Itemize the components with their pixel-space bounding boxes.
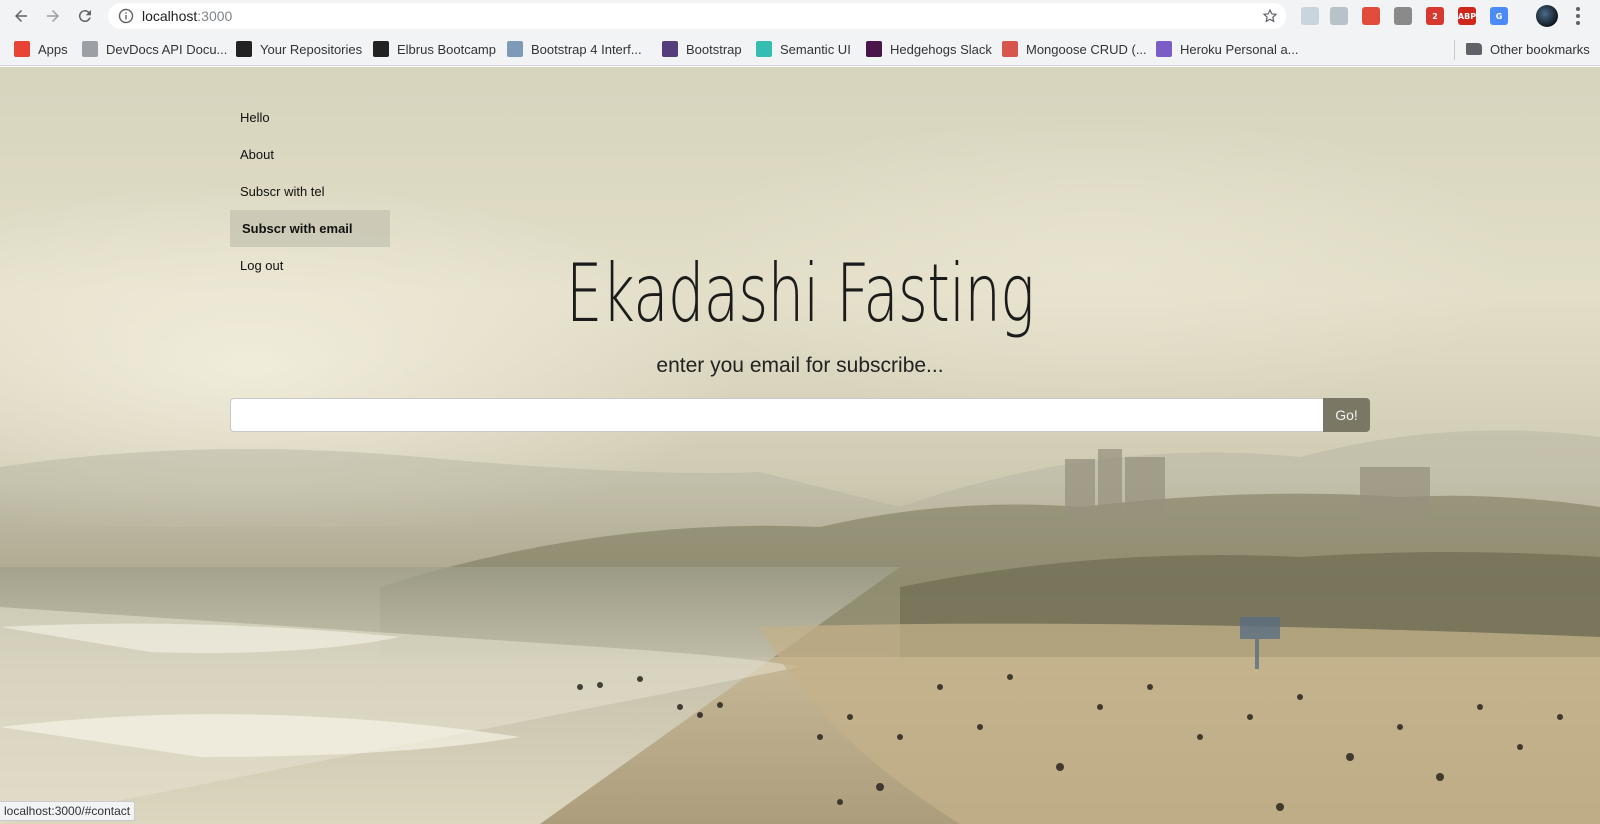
heroku-icon	[1156, 41, 1172, 57]
info-icon[interactable]	[118, 8, 134, 24]
back-arrow-icon	[15, 10, 27, 22]
bookmark-label: Bootstrap 4 Interf...	[531, 41, 642, 57]
beach-illustration	[0, 607, 1600, 824]
bookmark-label: Mongoose CRUD (...	[1026, 41, 1147, 57]
address-bar[interactable]: localhost:3000	[108, 3, 1286, 29]
bookmark-item[interactable]: DevDocs API Docu...	[82, 40, 227, 58]
react-devtools-icon[interactable]	[1301, 7, 1319, 25]
url-text: localhost:3000	[142, 8, 233, 24]
back-button[interactable]	[9, 4, 33, 28]
bookmark-label: Hedgehogs Slack	[890, 41, 992, 57]
apps-grid-icon	[14, 41, 30, 57]
bookmark-label: Elbrus Bootcamp	[397, 41, 496, 57]
forward-button[interactable]	[41, 4, 65, 28]
bookmarks-bar: Apps DevDocs API Docu... Your Repositories…	[0, 32, 1600, 66]
nav-item-about[interactable]: About	[230, 136, 390, 173]
bookmark-item[interactable]: Bootstrap 4 Interf...	[507, 40, 642, 58]
go-button[interactable]: Go!	[1323, 398, 1370, 432]
bookmark-star-icon[interactable]	[1262, 8, 1278, 24]
bookmark-item[interactable]: Hedgehogs Slack	[866, 40, 992, 58]
reload-button[interactable]	[73, 4, 97, 28]
bookmark-label: Your Repositories	[260, 41, 363, 57]
nav-item-subscr-with-email[interactable]: Subscr with email	[230, 210, 390, 247]
github-icon	[373, 41, 389, 57]
email-input[interactable]	[230, 398, 1323, 432]
reload-icon	[78, 10, 91, 23]
adblock-icon[interactable]: ABP	[1458, 7, 1476, 25]
translate-icon[interactable]: G	[1490, 7, 1508, 25]
sync-icon[interactable]	[1394, 7, 1412, 25]
bookmark-item[interactable]: Semantic UI	[756, 40, 851, 58]
page-title: Ekadashi Fasting	[565, 247, 1035, 340]
bookmark-item[interactable]: Apps	[14, 40, 68, 58]
mongoose-icon	[1002, 41, 1018, 57]
bookmark-label: Heroku Personal a...	[1180, 41, 1299, 57]
page-background: Hello About Subscr with tel Subscr with ema…	[0, 67, 1600, 824]
nav-item-hello[interactable]: Hello	[230, 99, 390, 136]
bookmark-label: DevDocs API Docu...	[106, 41, 228, 57]
slack-icon	[866, 41, 882, 57]
cube-icon	[507, 41, 523, 57]
bookmark-label: Semantic UI	[780, 41, 851, 57]
nav-item-subscr-with-tel[interactable]: Subscr with tel	[230, 173, 390, 210]
forward-arrow-icon	[47, 10, 59, 22]
bookmark-label: Apps	[38, 41, 68, 57]
bookmark-item[interactable]: Heroku Personal a...	[1156, 40, 1299, 58]
other-bookmarks[interactable]: Other bookmarks	[1466, 40, 1590, 58]
todo-extension-icon[interactable]: 2	[1426, 7, 1444, 25]
bookmark-item[interactable]: Elbrus Bootcamp	[373, 40, 496, 58]
browser-toolbar: localhost:3000 2 ABP G	[0, 0, 1600, 32]
sparkle-icon[interactable]	[1330, 7, 1348, 25]
bootstrap-icon	[662, 41, 678, 57]
status-bar-url: localhost:3000/#contact	[0, 801, 136, 821]
puzzle-icon[interactable]	[1362, 7, 1380, 25]
page-subtitle: enter you email for subscribe...	[656, 354, 944, 377]
github-icon	[236, 41, 252, 57]
folder-icon	[1466, 43, 1482, 55]
semantic-icon	[756, 41, 772, 57]
profile-avatar[interactable]	[1536, 5, 1558, 27]
subscribe-form: Go!	[230, 398, 1370, 432]
bookmark-item[interactable]: Bootstrap	[662, 40, 742, 58]
bookmark-label: Bootstrap	[686, 41, 742, 57]
bookmark-item[interactable]: Your Repositories	[236, 40, 362, 58]
bookmark-item[interactable]: Mongoose CRUD (...	[1002, 40, 1147, 58]
bookmarks-divider	[1454, 40, 1455, 60]
devdocs-icon	[82, 41, 98, 57]
menu-icon[interactable]	[1576, 7, 1580, 25]
